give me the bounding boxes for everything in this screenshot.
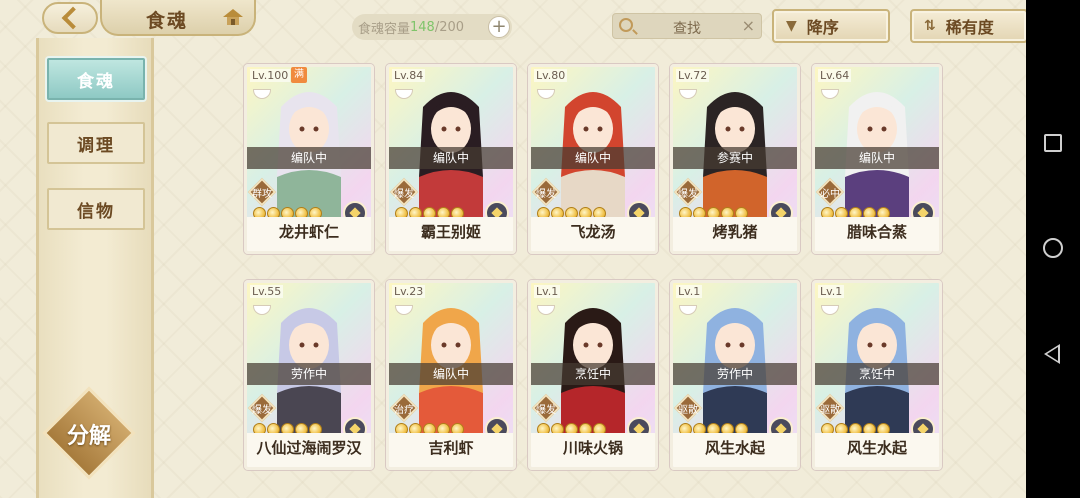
food-soul-card[interactable]: Lv.1 烹饪中驱散风生水起 [812, 280, 942, 470]
level-label: Lv.100 [250, 69, 291, 82]
chevron-left-icon [61, 6, 85, 30]
status-banner: 劳作中 [247, 363, 371, 385]
role-badge: 爆发 [247, 393, 277, 423]
level-label: Lv.64 [818, 69, 852, 82]
search-box[interactable]: 查找 × [612, 13, 762, 39]
food-soul-card[interactable]: Lv.1 烹饪中爆发川味火锅 [528, 280, 658, 470]
sort-by-label: 稀有度 [945, 18, 994, 37]
status-banner: 劳作中 [673, 363, 797, 385]
home-icon[interactable] [222, 8, 244, 26]
status-banner: 编队中 [531, 147, 655, 169]
food-soul-card[interactable]: Lv.72 参赛中爆发烤乳猪 [670, 64, 800, 254]
food-soul-card[interactable]: Lv.84 编队中爆发霸王别姬 [386, 64, 516, 254]
food-soul-name: 飞龙汤 [531, 217, 655, 251]
role-badge: 爆发 [531, 177, 561, 207]
sort-order-label: 降序 [806, 18, 839, 37]
status-banner: 烹饪中 [531, 363, 655, 385]
back-triangle-icon[interactable] [1044, 344, 1060, 364]
status-banner: 烹饪中 [815, 363, 939, 385]
role-label: 爆发 [678, 189, 698, 200]
food-soul-name: 腊味合蒸 [815, 217, 939, 251]
recents-icon[interactable] [1044, 134, 1062, 152]
back-button[interactable] [42, 2, 98, 34]
food-soul-card[interactable]: Lv.1 劳作中驱散风生水起 [670, 280, 800, 470]
capacity-max: /200 [434, 19, 465, 35]
capacity-label: 食魂容量 [358, 21, 411, 37]
status-banner: 编队中 [389, 363, 513, 385]
food-soul-card[interactable]: Lv.100 满编队中群攻龙井虾仁 [244, 64, 374, 254]
role-label: 爆发 [394, 189, 414, 200]
role-badge: 爆发 [673, 177, 703, 207]
clear-icon[interactable]: × [742, 16, 755, 35]
search-icon [619, 18, 633, 32]
sort-order-button[interactable]: ▼ 降序 [772, 9, 890, 43]
level-label: Lv.23 [392, 285, 426, 298]
food-soul-name: 风生水起 [815, 433, 939, 467]
sidebar-item-cook[interactable]: 调理 [47, 122, 145, 164]
food-soul-name: 川味火锅 [531, 433, 655, 467]
food-soul-card[interactable]: Lv.64 编队中必中腊味合蒸 [812, 64, 942, 254]
role-label: 驱散 [820, 405, 840, 416]
sort-arrows-icon: ⇅ [924, 18, 936, 34]
role-label: 驱散 [678, 405, 698, 416]
decompose-button[interactable]: 分解 [42, 386, 136, 480]
food-soul-name: 风生水起 [673, 433, 797, 467]
sidebar-item-label: 食魂 [77, 71, 115, 92]
role-label: 治疗 [394, 405, 414, 416]
food-soul-grid: Lv.100 满编队中 群攻 龙井虾仁 Lv.84 编队中 爆发 霸王别姬 Lv.80 编队中 爆发… [244, 64, 944, 474]
status-banner: 编队中 [815, 147, 939, 169]
status-banner: 编队中 [247, 147, 371, 169]
role-badge: 驱散 [815, 393, 845, 423]
level-label: Lv.1 [818, 285, 845, 298]
role-badge: 爆发 [531, 393, 561, 423]
role-badge: 群攻 [247, 177, 277, 207]
food-soul-name: 龙井虾仁 [247, 217, 371, 251]
role-label: 必中 [820, 189, 840, 200]
capacity-current: 148 [410, 19, 435, 35]
role-label: 群攻 [252, 189, 272, 200]
food-soul-name: 烤乳猪 [673, 217, 797, 251]
system-nav-bar [1026, 0, 1080, 498]
triangle-down-icon: ▼ [786, 18, 797, 34]
level-label: Lv.80 [534, 69, 568, 82]
add-capacity-button[interactable]: + [488, 16, 510, 38]
role-label: 爆发 [536, 189, 556, 200]
decompose-label: 分解 [66, 424, 111, 449]
level-label: Lv.72 [676, 69, 710, 82]
search-label: 查找 [673, 21, 701, 37]
sidebar-item-food-soul[interactable]: 食魂 [47, 58, 145, 100]
sidebar-item-label: 调理 [77, 135, 115, 156]
sort-by-button[interactable]: ⇅ 稀有度 [910, 9, 1028, 43]
food-soul-name: 霸王别姬 [389, 217, 513, 251]
food-soul-name: 八仙过海闹罗汉 [247, 433, 371, 467]
level-label: Lv.84 [392, 69, 426, 82]
food-soul-card[interactable]: Lv.55 劳作中爆发八仙过海闹罗汉 [244, 280, 374, 470]
sidebar-item-label: 信物 [77, 201, 115, 222]
title-tab: 食魂 [100, 0, 256, 36]
food-soul-card[interactable]: Lv.23 编队中治疗吉利虾 [386, 280, 516, 470]
role-label: 爆发 [536, 405, 556, 416]
status-banner: 参赛中 [673, 147, 797, 169]
food-soul-name: 吉利虾 [389, 433, 513, 467]
role-badge: 必中 [815, 177, 845, 207]
sidebar-item-token[interactable]: 信物 [47, 188, 145, 230]
role-badge: 爆发 [389, 177, 419, 207]
role-badge: 治疗 [389, 393, 419, 423]
food-soul-card[interactable]: Lv.80 编队中爆发飞龙汤 [528, 64, 658, 254]
role-badge: 驱散 [673, 393, 703, 423]
capacity-display: 食魂容量 148 /200 + [352, 14, 512, 40]
home-circle-icon[interactable] [1043, 238, 1063, 258]
role-label: 爆发 [252, 405, 272, 416]
status-banner: 编队中 [389, 147, 513, 169]
max-level-badge: 满 [291, 67, 307, 83]
level-label: Lv.55 [250, 285, 284, 298]
page-title: 食魂 [146, 10, 189, 32]
level-label: Lv.1 [534, 285, 561, 298]
level-label: Lv.1 [676, 285, 703, 298]
